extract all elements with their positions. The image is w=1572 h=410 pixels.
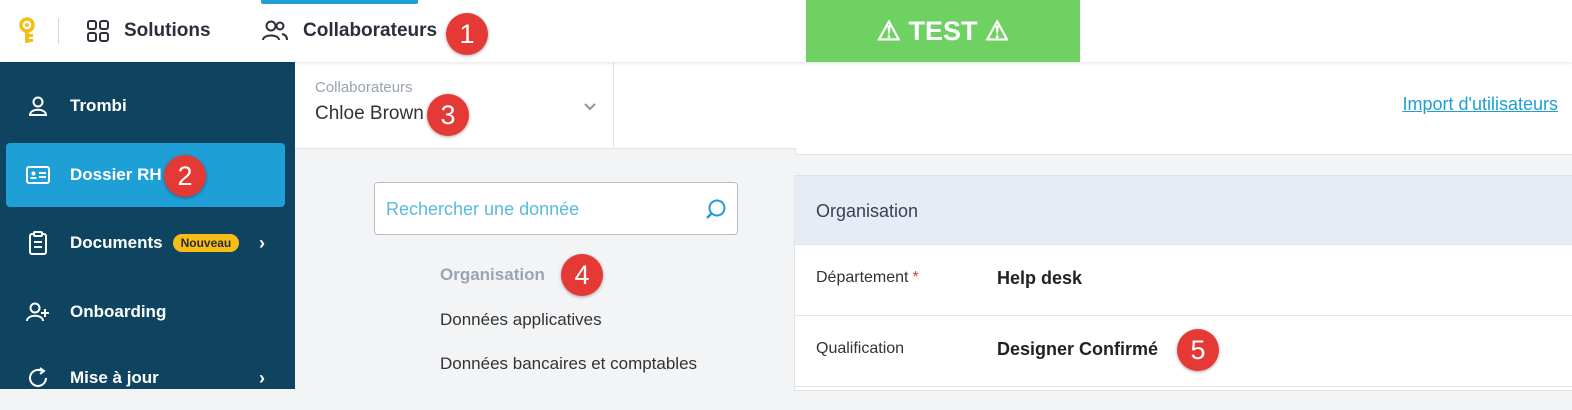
collaborator-select-value: Chloe Brown [315, 103, 424, 124]
chevron-right-icon: › [259, 367, 265, 388]
test-environment-banner: ⚠ TEST ⚠ [806, 0, 1080, 62]
import-users-link[interactable]: Import d'utilisateurs [1403, 94, 1559, 115]
sidebar-item-label: Trombi [70, 96, 127, 115]
refresh-icon [26, 366, 50, 390]
annotation-badge: 5 [1177, 329, 1219, 371]
content-header: Collaborateurs Chloe Brown Import d'util… [295, 62, 1572, 149]
sidebar-item-label: Documents [70, 233, 163, 252]
search-placeholder: Rechercher une donnée [386, 199, 580, 219]
field-label: Qualification [816, 340, 905, 357]
user-icon [26, 94, 50, 118]
field-row-departement: Département * Help desk [795, 245, 1572, 316]
sidebar-item-onboarding[interactable]: Onboarding [6, 280, 285, 344]
users-icon [262, 20, 288, 41]
section-link-organisation[interactable]: Organisation [440, 265, 545, 285]
nav-solutions-label: Solutions [124, 20, 211, 41]
sidebar: Trombi Dossier RH Documents Nouveau › On… [0, 62, 295, 389]
card-title: Organisation [816, 201, 919, 221]
search-input[interactable]: Rechercher une donnée [374, 182, 738, 235]
nav-solutions[interactable]: Solutions [86, 0, 211, 62]
sidebar-item-trombi[interactable]: Trombi [6, 74, 285, 138]
required-marker: * [912, 269, 919, 286]
sidebar-item-mise-a-jour[interactable]: Mise à jour › [6, 346, 285, 410]
top-bar: Solutions Collaborateurs ⚠ TEST ⚠ [0, 0, 1572, 62]
sidebar-item-dossier-rh[interactable]: Dossier RH [6, 143, 285, 207]
new-badge: Nouveau [172, 234, 240, 252]
card-header: Organisation [795, 176, 1572, 245]
section-link-donnees-bancaires[interactable]: Données bancaires et comptables [440, 354, 697, 374]
annotation-badge: 1 [446, 13, 488, 55]
user-plus-icon [26, 300, 50, 324]
field-label-text: Département [816, 269, 909, 286]
sidebar-item-label: Onboarding [70, 302, 167, 321]
section-link-donnees-applicatives[interactable]: Données applicatives [440, 310, 602, 330]
nav-collaborateurs[interactable]: Collaborateurs [261, 0, 437, 62]
id-card-icon [26, 163, 50, 187]
search-icon[interactable] [705, 198, 727, 220]
topbar-divider [58, 18, 59, 44]
field-value[interactable]: Help desk [997, 268, 1082, 289]
sidebar-item-label: Mise à jour [70, 368, 159, 387]
annotation-badge: 4 [561, 254, 603, 296]
grid-icon [87, 20, 109, 42]
sidebar-item-documents[interactable]: Documents Nouveau › [6, 211, 285, 275]
field-value[interactable]: Designer Confirmé [997, 339, 1158, 360]
annotation-badge: 2 [164, 155, 206, 197]
app-logo-icon[interactable] [16, 17, 38, 45]
chevron-down-icon [584, 103, 596, 111]
annotation-badge: 3 [427, 94, 469, 136]
collaborator-select-label: Collaborateurs [315, 79, 413, 96]
clipboard-icon [26, 231, 50, 255]
sidebar-item-label: Dossier RH [70, 165, 162, 184]
field-label: Département * [816, 269, 919, 287]
previous-card-edge [795, 148, 1572, 155]
chevron-right-icon: › [259, 232, 265, 253]
nav-collaborateurs-label: Collaborateurs [303, 20, 438, 41]
